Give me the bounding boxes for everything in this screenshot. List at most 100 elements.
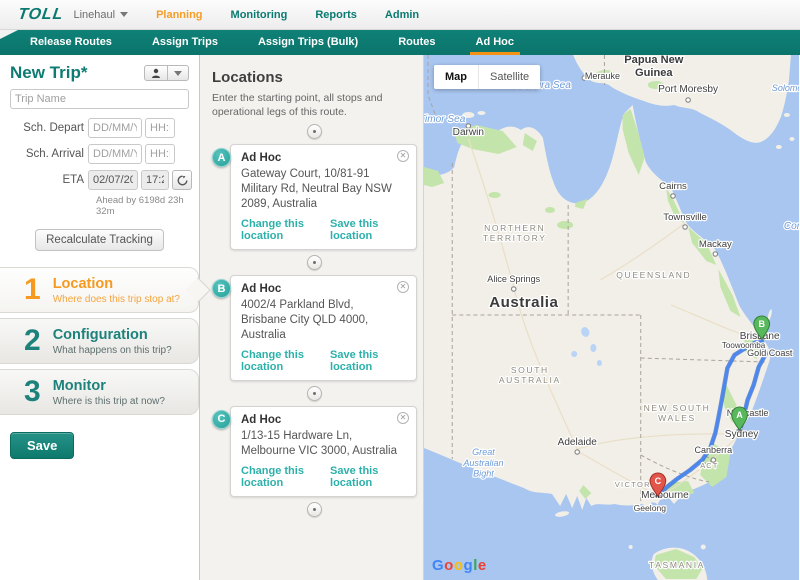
wizard-steps: 1 Location Where does this trip stop at?… — [0, 267, 199, 415]
step-subtitle: Where is this trip at now? — [53, 396, 165, 407]
product-switcher[interactable]: Linehaul — [73, 9, 128, 21]
map-sea-label: Coral Sea — [784, 221, 799, 232]
top-header: TOLL Linehaul Planning Monitoring Report… — [0, 0, 800, 30]
svg-text:B: B — [758, 319, 765, 329]
step-monitor[interactable]: 3 Monitor Where is this trip at now? — [0, 369, 199, 415]
locations-subtitle: Enter the starting point, all stops and … — [212, 92, 417, 119]
sch-arrival-label: Sch. Arrival — [0, 148, 88, 160]
sch-depart-label: Sch. Depart — [0, 122, 88, 134]
tab-ad-hoc[interactable]: Ad Hoc — [470, 30, 521, 55]
depart-time-input[interactable] — [145, 118, 175, 138]
eta-note: Ahead by 6198d 23h 32m — [96, 195, 199, 217]
locations-title: Locations — [212, 69, 417, 86]
map-city-label: Townsville — [663, 212, 707, 223]
eta-date-value — [88, 170, 138, 190]
chevron-down-icon — [120, 12, 128, 17]
insert-stop-button[interactable] — [307, 502, 322, 517]
change-location-link[interactable]: Change this location — [241, 218, 330, 242]
map-view-button[interactable]: Map — [434, 65, 478, 89]
step-number: 2 — [24, 326, 41, 356]
eta-label: ETA — [0, 174, 88, 186]
refresh-eta-button[interactable] — [172, 170, 192, 190]
remove-location-icon[interactable]: ✕ — [397, 281, 409, 293]
map-region-label: TASMANIA — [649, 560, 705, 570]
tab-assign-trips-bulk[interactable]: Assign Trips (Bulk) — [252, 30, 364, 55]
map-region-label: ACT — [700, 461, 718, 470]
page-title: New Trip* — [10, 63, 87, 83]
arrival-time-input[interactable] — [145, 144, 175, 164]
location-address: 1/13-15 Hardware Ln, Melbourne VIC 3000,… — [241, 429, 407, 459]
google-logo[interactable]: Google — [432, 557, 487, 574]
planning-subnav: Release Routes Assign Trips Assign Trips… — [0, 30, 800, 55]
assign-user-button[interactable] — [144, 65, 189, 81]
map-region-label: NORTHERNTERRITORY — [483, 223, 547, 243]
arrival-date-input[interactable] — [88, 144, 142, 164]
locations-panel: Locations Enter the starting point, all … — [200, 55, 424, 580]
trip-form-panel: New Trip* Sch. Depart Sch. Arrival ETA — [0, 55, 200, 580]
change-location-link[interactable]: Change this location — [241, 349, 330, 373]
tab-routes[interactable]: Routes — [392, 30, 441, 55]
step-number: 3 — [24, 377, 41, 407]
step-title: Monitor — [53, 378, 165, 394]
location-stop-c: C ✕ Ad Hoc 1/13-15 Hardware Ln, Melbourn… — [212, 406, 417, 497]
map-city-label: Adelaide — [558, 437, 598, 448]
svg-text:C: C — [655, 476, 662, 486]
map-city-label: Geelong — [634, 503, 667, 513]
depart-date-input[interactable] — [88, 118, 142, 138]
remove-location-icon[interactable]: ✕ — [397, 150, 409, 162]
save-location-link[interactable]: Save this location — [330, 218, 407, 242]
map-type-control: Map Satellite — [434, 65, 540, 89]
svg-text:A: A — [736, 410, 743, 420]
satellite-view-button[interactable]: Satellite — [478, 65, 540, 89]
step-location[interactable]: 1 Location Where does this trip stop at? — [0, 267, 199, 313]
map-city-label: Canberra — [694, 445, 733, 455]
recalculate-tracking-button[interactable]: Recalculate Tracking — [35, 229, 164, 251]
user-icon — [145, 66, 167, 80]
location-address: 4002/4 Parkland Blvd, Brisbane City QLD … — [241, 298, 407, 343]
nav-reports[interactable]: Reports — [315, 9, 357, 21]
stop-badge: C — [212, 410, 231, 429]
step-configuration[interactable]: 2 Configuration What happens on this tri… — [0, 318, 199, 364]
location-stop-b: B ✕ Ad Hoc 4002/4 Parkland Blvd, Brisban… — [212, 275, 417, 381]
save-location-link[interactable]: Save this location — [330, 349, 407, 373]
tab-release-routes[interactable]: Release Routes — [24, 30, 118, 55]
save-location-link[interactable]: Save this location — [330, 465, 407, 489]
step-subtitle: What happens on this trip? — [53, 345, 172, 356]
map-city-label: Mackay — [699, 239, 732, 250]
change-location-link[interactable]: Change this location — [241, 465, 330, 489]
nav-planning[interactable]: Planning — [156, 9, 202, 21]
location-name: Ad Hoc — [241, 414, 407, 426]
map-sea-label: Timor Sea — [424, 114, 466, 125]
map-city-label: Gold Coast — [747, 348, 793, 358]
map-city-label: Cairns — [659, 181, 687, 192]
map-city-label: Darwin — [453, 127, 484, 138]
location-card: ✕ Ad Hoc 4002/4 Parkland Blvd, Brisbane … — [230, 275, 417, 381]
stop-badge: B — [212, 279, 231, 298]
main-nav: Planning Monitoring Reports Admin — [156, 9, 419, 21]
map-city-label: Port Moresby — [658, 84, 718, 95]
map-region-label: QUEENSLAND — [616, 270, 691, 280]
insert-stop-button[interactable] — [307, 386, 322, 401]
toll-logo: TOLL — [17, 6, 65, 24]
chevron-down-icon — [167, 66, 188, 80]
step-number: 1 — [24, 275, 41, 305]
step-subtitle: Where does this trip stop at? — [53, 294, 180, 305]
trip-name-input[interactable] — [10, 89, 189, 109]
nav-admin[interactable]: Admin — [385, 9, 419, 21]
map-city-label: Merauke — [585, 71, 620, 81]
map-sea-label: Solomon Sea — [772, 83, 799, 93]
product-name: Linehaul — [73, 9, 115, 21]
insert-stop-button[interactable] — [307, 124, 322, 139]
nav-monitoring[interactable]: Monitoring — [231, 9, 288, 21]
save-button[interactable]: Save — [10, 432, 74, 459]
location-card: ✕ Ad Hoc Gateway Court, 10/81-91 Militar… — [230, 144, 417, 250]
map-city-label: Melbourne — [641, 490, 689, 501]
map-city-label: Alice Springs — [487, 274, 540, 284]
location-name: Ad Hoc — [241, 283, 407, 295]
remove-location-icon[interactable]: ✕ — [397, 412, 409, 424]
location-address: Gateway Court, 10/81-91 Military Rd, Neu… — [241, 167, 407, 212]
tab-assign-trips[interactable]: Assign Trips — [146, 30, 224, 55]
insert-stop-button[interactable] — [307, 255, 322, 270]
map-canvas[interactable]: Arafura SeaTimor SeaCoral SeaSolomon Sea… — [424, 55, 799, 580]
location-card: ✕ Ad Hoc 1/13-15 Hardware Ln, Melbourne … — [230, 406, 417, 497]
